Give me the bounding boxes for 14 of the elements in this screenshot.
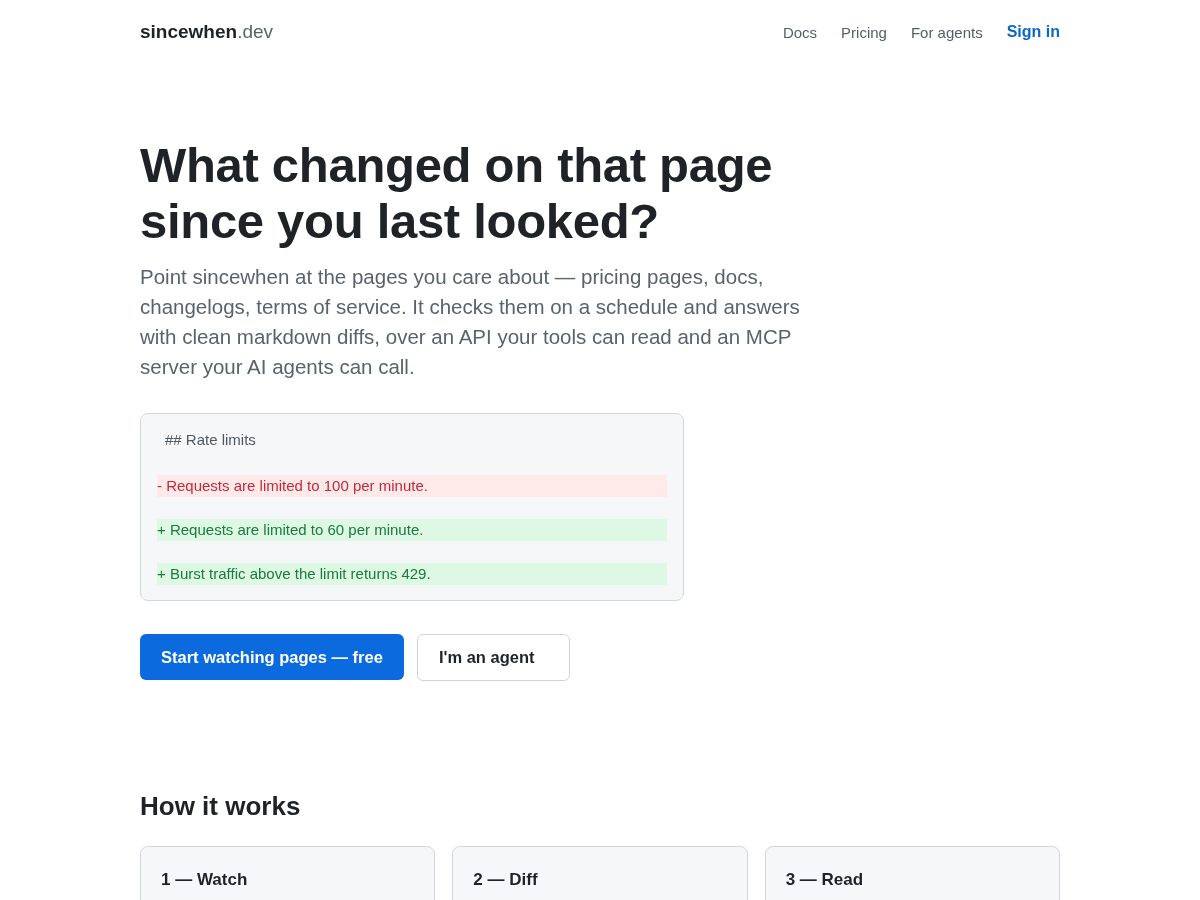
step-title: 1 — Watch xyxy=(161,869,249,891)
step-title: 2 — Diff xyxy=(473,869,539,891)
step-title: 3 — Read xyxy=(785,869,865,891)
section-heading: How it works xyxy=(140,790,302,822)
sign-in-link[interactable]: Sign in xyxy=(1006,23,1060,41)
primary-button[interactable]: Start watching pages — free xyxy=(140,634,404,680)
nav-link[interactable]: Docs xyxy=(782,23,818,41)
site-logo[interactable]: sincewhen.dev xyxy=(140,21,274,43)
secondary-button[interactable]: I'm an agent xyxy=(416,634,570,681)
diff-heading: ## Rate limits xyxy=(164,430,257,450)
hero-title: What changed on that page since you last looked? xyxy=(140,137,774,249)
nav-link[interactable]: Pricing xyxy=(841,23,887,41)
nav-link[interactable]: For agents xyxy=(910,23,983,41)
hero-description: Point sincewhen at the pages you care about — pricing pages, docs, changelogs, terms of service. It checks them on a schedule and answers with clean markdown diffs, over an API your tools can read and an MCP server your AI agents can call. xyxy=(140,264,800,380)
